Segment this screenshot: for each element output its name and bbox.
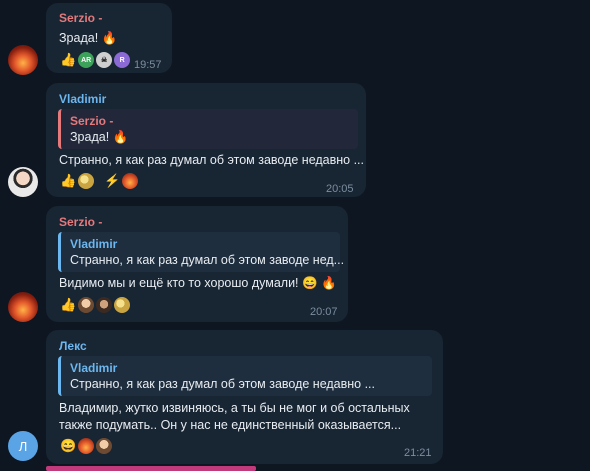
- reaction-avatar: [78, 438, 95, 454]
- message-bubble[interactable]: Serzio - Зрада! 🔥 👍 AR ☠ R 19:57: [46, 3, 172, 73]
- message-time: 19:57: [134, 59, 162, 71]
- message-text: Видимо мы и ещё кто то хорошо думали! 😄 …: [59, 276, 337, 290]
- avatar[interactable]: [8, 292, 38, 322]
- quote-text: Странно, я как раз думал об этом заводе …: [70, 377, 376, 391]
- message-bubble[interactable]: Лекс Vladimir Странно, я как раз думал о…: [46, 330, 443, 464]
- avatar[interactable]: Л: [8, 431, 38, 461]
- message-bubble[interactable]: Serzio - Vladimir Странно, я как раз дум…: [46, 206, 348, 322]
- reaction-avatar: [122, 173, 139, 189]
- message-time: 21:21: [404, 447, 432, 459]
- quote-text: Зрада! 🔥: [70, 130, 129, 144]
- reaction-avatar: AR: [78, 52, 95, 68]
- message-time: 20:07: [310, 306, 338, 318]
- reactions[interactable]: 👍: [60, 171, 95, 191]
- avatar[interactable]: [8, 45, 38, 75]
- quote-sender: Vladimir: [70, 237, 118, 251]
- reactions[interactable]: 👍 AR ☠ R: [60, 50, 131, 70]
- reply-quote[interactable]: Serzio - Зрада! 🔥: [58, 109, 358, 149]
- reaction-thumbs-up[interactable]: 👍: [60, 173, 76, 189]
- reaction-thumbs-up[interactable]: 👍: [60, 52, 76, 68]
- reaction-avatar: ☠: [96, 52, 113, 68]
- reaction-avatar: [78, 173, 95, 189]
- avatar[interactable]: [8, 167, 38, 197]
- message-bubble[interactable]: Vladimir Serzio - Зрада! 🔥 Странно, я ка…: [46, 83, 366, 197]
- reply-quote[interactable]: Vladimir Странно, я как раз думал об это…: [58, 232, 344, 272]
- sender-name[interactable]: Serzio -: [59, 215, 102, 229]
- message-text-line: также подумать.. Он у нас не единственны…: [59, 418, 402, 432]
- sender-name[interactable]: Vladimir: [59, 92, 106, 106]
- message-text: Зрада! 🔥: [59, 31, 118, 45]
- reactions[interactable]: 😄: [60, 436, 113, 456]
- reaction-avatar: [114, 297, 131, 313]
- reactions[interactable]: 👍: [60, 295, 131, 315]
- message-time: 20:05: [326, 183, 354, 195]
- reaction-avatar: [78, 297, 95, 313]
- message-text-line: Владимир, жутко извиняюсь, а ты бы не мо…: [59, 401, 410, 415]
- sender-name[interactable]: Лекс: [59, 339, 87, 353]
- reaction-avatar: [96, 297, 113, 313]
- sender-name[interactable]: Serzio -: [59, 11, 102, 25]
- reaction-thumbs-up[interactable]: 👍: [60, 297, 76, 313]
- reaction-avatar: [96, 438, 113, 454]
- reply-quote[interactable]: Vladimir Странно, я как раз думал об это…: [58, 356, 432, 396]
- message-text: Странно, я как раз думал об этом заводе …: [59, 153, 365, 167]
- reaction-lightning[interactable]: ⚡: [104, 173, 120, 189]
- reactions[interactable]: ⚡: [104, 171, 139, 191]
- next-message-edge: [46, 466, 256, 471]
- quote-sender: Vladimir: [70, 361, 118, 375]
- reaction-grin[interactable]: 😄: [60, 438, 76, 454]
- reaction-avatar: R: [114, 52, 131, 68]
- quote-sender: Serzio -: [70, 114, 114, 128]
- quote-text: Странно, я как раз думал об этом заводе …: [70, 253, 345, 267]
